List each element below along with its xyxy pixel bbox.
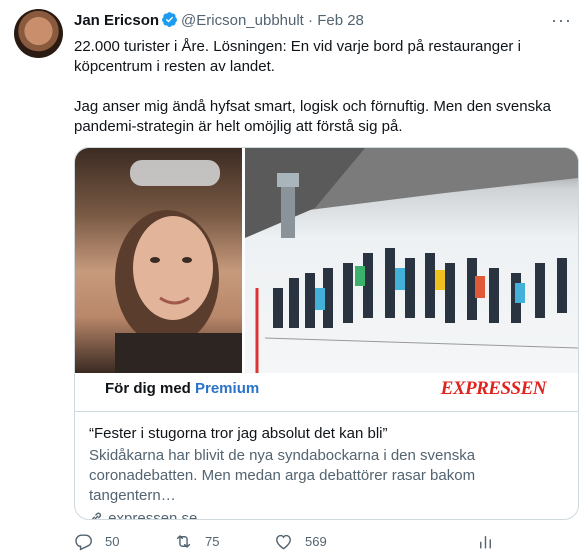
reply-button[interactable]: 50 <box>74 532 119 551</box>
like-icon <box>276 534 291 550</box>
card-body: “Fester i stugorna tror jag absolut det … <box>75 411 578 520</box>
like-count: 569 <box>305 534 327 549</box>
link-preview-card[interactable]: För dig med Premium EXPRESSEN “Fester i … <box>74 147 579 520</box>
retweet-count: 75 <box>205 534 220 549</box>
card-title: “Fester i stugorna tror jag absolut det … <box>89 425 388 442</box>
author-avatar[interactable] <box>14 9 63 58</box>
retweet-button[interactable]: 75 <box>174 532 219 551</box>
card-domain: expressen.se <box>89 509 564 520</box>
portrait-illustration <box>115 160 242 373</box>
expressen-logo: EXPRESSEN <box>440 378 547 399</box>
tweet-header: Jan Ericson @Ericson_ubbhult · Feb 28 <box>74 11 364 34</box>
link-icon <box>92 512 102 519</box>
card-description: Skidåkarna har blivit de nya syndabockar… <box>89 447 476 504</box>
tweet-paragraph-1: 22.000 turister i Åre. Lösningen: En vid… <box>74 38 521 75</box>
premium-banner-highlight: Premium <box>195 380 260 397</box>
ski-scene-illustration <box>245 148 578 373</box>
reply-icon <box>75 534 92 551</box>
tweet-paragraph-2: Jag anser mig ändå hyfsat smart, logisk … <box>74 98 551 135</box>
more-icon[interactable]: ··· <box>551 10 572 31</box>
retweet-icon <box>176 535 191 548</box>
card-image: För dig med Premium EXPRESSEN <box>75 148 578 411</box>
analytics-button[interactable] <box>476 532 507 551</box>
premium-banner: För dig med Premium <box>105 380 259 397</box>
verified-badge-icon <box>161 11 178 34</box>
analytics-icon <box>480 536 491 549</box>
reply-count: 50 <box>105 534 120 549</box>
ski-slope-photo <box>245 148 578 373</box>
like-button[interactable]: 569 <box>274 532 327 551</box>
tweet-text: 22.000 turister i Åre. Lösningen: En vid… <box>74 37 574 137</box>
tweet-actions: 50 75 569 <box>74 532 554 556</box>
author-name[interactable]: Jan Ericson <box>74 12 159 29</box>
premium-banner-prefix: För dig med <box>105 380 195 397</box>
author-handle[interactable]: @Ericson_ubbhult <box>181 12 304 29</box>
header-separator: · <box>308 12 314 29</box>
portrait-photo <box>75 148 242 373</box>
card-domain-text: expressen.se <box>108 510 198 520</box>
tweet-date[interactable]: Feb 28 <box>317 12 364 29</box>
